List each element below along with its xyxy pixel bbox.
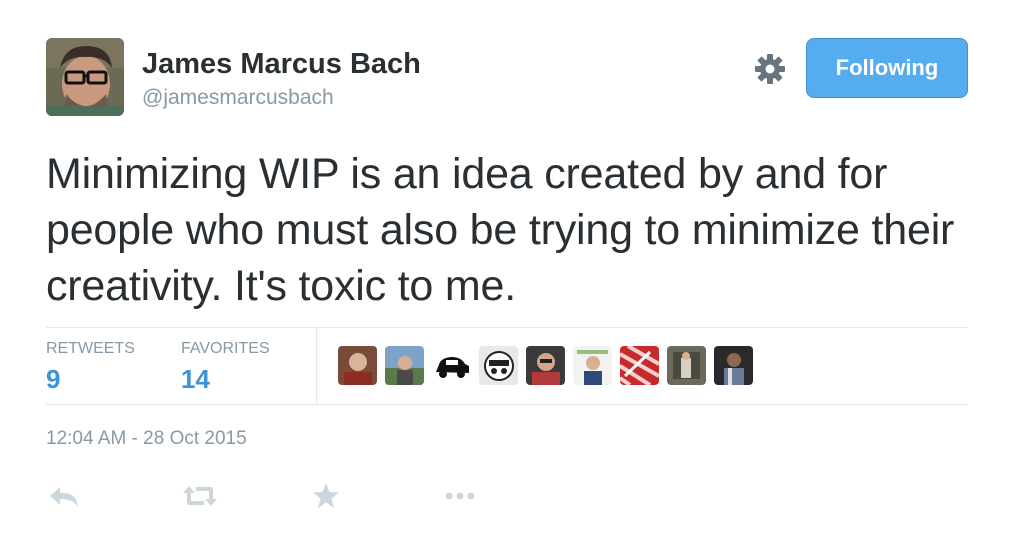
- reply-icon[interactable]: [46, 478, 82, 514]
- favoriter-avatar[interactable]: [667, 346, 706, 385]
- favorites-label: FAVORITES: [181, 340, 270, 357]
- favoriter-avatar[interactable]: [714, 346, 753, 385]
- more-icon[interactable]: [442, 478, 478, 514]
- retweets-count: 9: [46, 364, 61, 394]
- author-avatar[interactable]: [46, 38, 124, 116]
- retweet-icon[interactable]: [180, 478, 220, 514]
- author-handle[interactable]: @jamesmarcusbach: [142, 86, 334, 110]
- favoriter-avatar[interactable]: [526, 346, 565, 385]
- favorite-icon[interactable]: [308, 478, 344, 514]
- stats-row: RETWEETS 9 FAVORITES 14: [46, 328, 968, 404]
- favoriter-avatar[interactable]: [432, 346, 471, 385]
- tweet-timestamp[interactable]: 12:04 AM - 28 Oct 2015: [46, 428, 247, 450]
- favorites-stat[interactable]: FAVORITES 14: [181, 340, 270, 395]
- divider-bottom: [46, 404, 968, 405]
- stats-separator: [316, 328, 317, 404]
- author-name[interactable]: James Marcus Bach: [142, 48, 421, 81]
- favorites-count: 14: [181, 364, 210, 394]
- following-button[interactable]: Following: [806, 38, 968, 98]
- favoriter-avatar[interactable]: [620, 346, 659, 385]
- gear-icon[interactable]: [752, 51, 788, 87]
- retweets-stat[interactable]: RETWEETS 9: [46, 340, 135, 395]
- favoriter-avatar[interactable]: [479, 346, 518, 385]
- retweets-label: RETWEETS: [46, 340, 135, 357]
- favoriter-avatars: [338, 346, 753, 386]
- favoriter-avatar[interactable]: [385, 346, 424, 385]
- favoriter-avatar[interactable]: [573, 346, 612, 385]
- favoriter-avatar[interactable]: [338, 346, 377, 385]
- tweet-text: Minimizing WIP is an idea created by and…: [46, 150, 955, 310]
